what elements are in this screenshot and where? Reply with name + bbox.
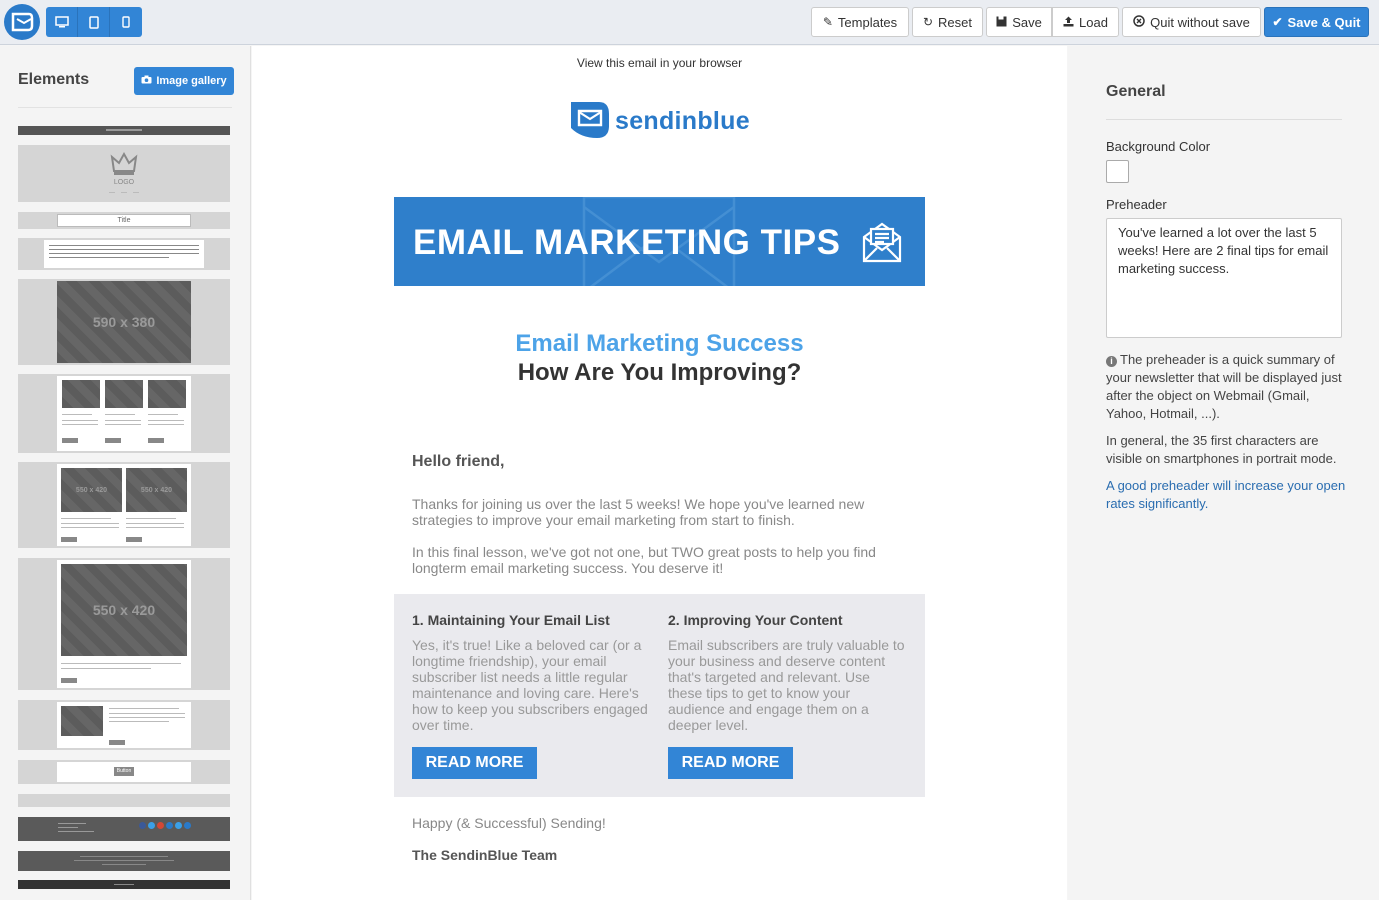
column-text: Yes, it's true! Like a beloved car (or a…: [412, 637, 648, 733]
read-more-button[interactable]: READ MORE: [412, 747, 537, 779]
refresh-icon: ↻: [922, 15, 934, 29]
quit-without-save-button[interactable]: Quit without save: [1122, 7, 1261, 37]
block-footer-text[interactable]: [18, 851, 230, 871]
image-gallery-button[interactable]: Image gallery: [134, 67, 234, 95]
block-button[interactable]: Button: [18, 760, 230, 784]
email-signoff: Happy (& Successful) Sending!: [412, 815, 606, 831]
close-circle-icon: [1133, 14, 1145, 30]
background-color-label: Background Color: [1106, 139, 1211, 154]
image-placeholder: 550 x 420: [61, 564, 187, 656]
save-quit-button[interactable]: ✔ Save & Quit: [1264, 7, 1369, 37]
top-toolbar: ✎ Templates ↻ Reset Save Load Quit witho…: [0, 0, 1379, 45]
crown-icon: [110, 151, 138, 182]
elements-title: Elements: [18, 71, 90, 88]
view-in-browser-link[interactable]: View this email in your browser: [252, 56, 1067, 70]
tablet-icon[interactable]: [78, 7, 110, 37]
image-placeholder: 590 x 380: [57, 281, 191, 363]
email-signature: The SendinBlue Team: [412, 847, 558, 863]
templates-button[interactable]: ✎ Templates: [811, 7, 909, 37]
email-canvas: View this email in your browser sendinbl…: [252, 46, 1067, 900]
reset-button[interactable]: ↻ Reset: [912, 7, 983, 37]
app-logo-icon: [4, 4, 40, 40]
column-title: 1. Maintaining Your Email List: [412, 612, 610, 628]
elements-sidebar: Elements Image gallery LOGO Title 590 x …: [0, 46, 251, 900]
block-footer-social[interactable]: [18, 817, 230, 841]
floppy-icon: [996, 15, 1007, 30]
settings-panel: General Background Color Preheader You'v…: [1068, 46, 1379, 900]
email-greeting: Hello friend,: [412, 453, 505, 470]
preheader-info: i The preheader is a quick summary of you…: [1106, 352, 1342, 421]
panel-title: General: [1106, 83, 1166, 100]
upload-icon: [1063, 15, 1074, 30]
newsletter-icon: [860, 219, 904, 270]
block-copyright[interactable]: [18, 880, 230, 889]
email-subtitle-primary: Email Marketing Success: [515, 330, 804, 357]
preheader-label: Preheader: [1106, 197, 1167, 212]
column-title: 2. Improving Your Content: [668, 612, 843, 628]
block-logo[interactable]: LOGO: [18, 145, 230, 202]
info-icon: i: [1106, 356, 1117, 367]
block-three-columns[interactable]: [18, 374, 230, 453]
mobile-icon[interactable]: [110, 7, 142, 37]
hero-title: EMAIL MARKETING TIPS: [413, 223, 841, 262]
title-placeholder: Title: [57, 214, 191, 227]
block-two-columns[interactable]: 550 x 420 550 x 420: [18, 462, 230, 548]
brand-name: sendinblue: [615, 107, 750, 135]
panel-divider: [1106, 119, 1342, 120]
block-image-left-text[interactable]: [18, 700, 230, 750]
wand-icon: ✎: [822, 15, 833, 29]
load-button[interactable]: Load: [1052, 7, 1119, 37]
email-subtitle-secondary: How Are You Improving?: [517, 359, 802, 386]
logo-placeholder-text: LOGO: [113, 179, 135, 186]
email-paragraph: Thanks for joining us over the last 5 we…: [412, 496, 865, 528]
image-placeholder: 550 x 420: [61, 468, 122, 512]
read-more-button[interactable]: READ MORE: [668, 747, 793, 779]
preheader-textarea[interactable]: You've learned a lot over the last 5 wee…: [1106, 218, 1342, 338]
button-placeholder: Button: [114, 767, 134, 776]
hero-banner[interactable]: EMAIL MARKETING TIPS: [394, 197, 925, 286]
email-paragraph: In this final lesson, we've got not one,…: [412, 544, 876, 576]
save-button[interactable]: Save: [986, 7, 1052, 37]
two-column-section[interactable]: 1. Maintaining Your Email List Yes, it's…: [394, 594, 925, 797]
block-image-large[interactable]: 590 x 380: [18, 279, 230, 365]
block-preheader-bar[interactable]: [18, 126, 230, 135]
check-icon: ✔: [1272, 15, 1283, 29]
sendinblue-logo-icon: [569, 98, 611, 145]
background-color-picker[interactable]: [1106, 160, 1129, 183]
camera-icon: [141, 75, 152, 87]
block-title[interactable]: Title: [18, 212, 230, 229]
preheader-hint: In general, the 35 first characters are …: [1106, 433, 1337, 466]
brand-logo[interactable]: sendinblue: [569, 98, 750, 145]
device-switcher: [46, 7, 142, 37]
column-text: Email subscribers are truly valuable to …: [668, 637, 905, 733]
sidebar-divider: [18, 107, 232, 108]
block-divider[interactable]: [18, 794, 230, 807]
preheader-tip: A good preheader will increase your open…: [1106, 478, 1346, 511]
block-text[interactable]: [18, 238, 230, 270]
image-placeholder: 550 x 420: [126, 468, 187, 512]
block-image-text[interactable]: 550 x 420: [18, 558, 230, 690]
desktop-icon[interactable]: [46, 7, 78, 37]
